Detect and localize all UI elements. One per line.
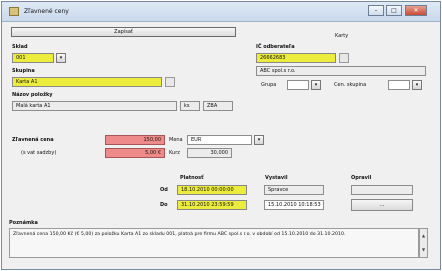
odberatel-label: IČ odberateľa bbox=[256, 44, 295, 50]
maximize-button[interactable]: □ bbox=[386, 5, 402, 16]
grupa-select[interactable] bbox=[287, 80, 309, 90]
nazov-label: Názov položky bbox=[12, 92, 53, 98]
kurz-field: 30,000 bbox=[187, 148, 232, 158]
nazov-field[interactable]: Malá karta A1 bbox=[12, 101, 177, 111]
cen-skupina-select[interactable] bbox=[388, 80, 410, 90]
skupina-label: Skupina bbox=[12, 68, 35, 74]
window-title: Zľavnené ceny bbox=[24, 8, 69, 15]
opravil-label: Opravil bbox=[351, 175, 372, 181]
scroll-down-icon[interactable]: ▼ bbox=[420, 243, 427, 257]
title-bar: Zľavnené ceny – □ ✕ bbox=[2, 2, 440, 22]
close-button[interactable]: ✕ bbox=[405, 5, 427, 16]
vystavil-date-field: 15.10.2010 10:18:53 bbox=[264, 200, 324, 210]
mena-select[interactable]: EUR bbox=[187, 135, 252, 145]
platnost-do-field[interactable]: 31.10.2010 23:59:59 bbox=[177, 200, 247, 210]
sklad-dropdown-icon[interactable]: ▾ bbox=[56, 53, 66, 63]
s-vat-field[interactable]: 5,00 € bbox=[105, 148, 165, 158]
cen-skupina-dropdown-icon[interactable]: ▾ bbox=[412, 80, 422, 90]
zlavnena-cena-field[interactable]: 150,00 bbox=[105, 135, 165, 145]
vystavil-label: Vystavil bbox=[265, 175, 288, 181]
mena-dropdown-icon[interactable]: ▾ bbox=[254, 135, 264, 145]
poznamka-textarea[interactable]: Zľavnená cena 150,00 Kč (€ 5,00) za polo… bbox=[9, 228, 419, 258]
opravil-button[interactable]: ... bbox=[351, 199, 413, 211]
save-button[interactable]: Zapísať bbox=[11, 27, 236, 37]
cen-skupina-label: Cen. skupina bbox=[334, 82, 367, 88]
platnost-od-field[interactable]: 18.10.2010 00:00:00 bbox=[177, 185, 247, 195]
platnost-label: Platnosť bbox=[180, 175, 204, 181]
sklad-label: Sklad bbox=[12, 44, 28, 50]
scroll-up-icon[interactable]: ▲ bbox=[420, 229, 427, 243]
platnost-od-label: Od bbox=[160, 187, 168, 193]
window-icon bbox=[9, 7, 19, 16]
unit-field: ks bbox=[180, 101, 200, 111]
s-vat-label: (s vat sadzby) bbox=[21, 150, 57, 156]
odberatel-name-field: ABC spol.s r.o. bbox=[256, 66, 426, 76]
poznamka-label: Poznámka bbox=[9, 220, 38, 226]
platnost-do-label: Do bbox=[160, 202, 168, 208]
currency-field: ZBA bbox=[203, 101, 233, 111]
grupa-label: Grupa bbox=[261, 82, 277, 88]
odberatel-lookup-button[interactable] bbox=[339, 53, 349, 63]
odberatel-ic-field[interactable]: 26662683 bbox=[256, 53, 336, 63]
tab-karty[interactable]: Karty bbox=[335, 33, 348, 39]
skupina-field[interactable]: Karta A1 bbox=[12, 77, 162, 87]
skupina-lookup-button[interactable] bbox=[165, 77, 175, 87]
zlavnena-cena-label: Zľavnená cena bbox=[12, 137, 54, 143]
sklad-select[interactable]: 001 bbox=[12, 53, 54, 63]
poznamka-scrollbar[interactable]: ▲ ▼ bbox=[419, 228, 428, 258]
app-window: Zľavnené ceny – □ ✕ Zapísať Karty Sklad … bbox=[1, 1, 441, 270]
mena-label: Mena bbox=[169, 137, 183, 143]
vystavil-name-field: Spravce bbox=[264, 185, 324, 195]
kurz-label: Kurz bbox=[169, 150, 180, 156]
minimize-button[interactable]: – bbox=[368, 5, 384, 16]
grupa-dropdown-icon[interactable]: ▾ bbox=[311, 80, 321, 90]
opravil-name-field bbox=[351, 185, 413, 195]
